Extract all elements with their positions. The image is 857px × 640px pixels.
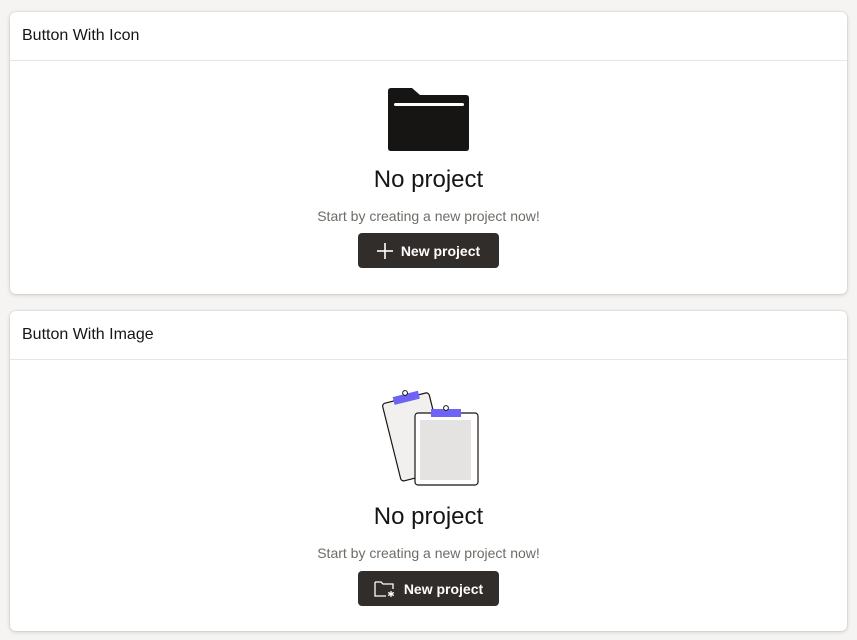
folder-icon <box>388 88 469 151</box>
new-project-button[interactable]: New project <box>358 571 499 606</box>
card-button-with-image: Button With Image No project Start by cr… <box>10 311 847 631</box>
card-header: Button With Image <box>10 311 847 360</box>
empty-description: Start by creating a new project now! <box>317 545 540 561</box>
button-label: New project <box>400 242 481 259</box>
empty-description: Start by creating a new project now! <box>317 208 540 224</box>
new-project-button[interactable]: New project <box>358 233 499 268</box>
clipboards-image <box>382 390 479 486</box>
empty-title: No project <box>373 503 484 530</box>
empty-title: No project <box>373 166 484 193</box>
card-button-with-icon: Button With Icon No project Start by cre… <box>10 12 847 294</box>
plus-icon <box>376 242 393 259</box>
button-label: New project <box>403 580 484 597</box>
card-header: Button With Icon <box>10 12 847 61</box>
folder-new-icon <box>374 580 396 598</box>
